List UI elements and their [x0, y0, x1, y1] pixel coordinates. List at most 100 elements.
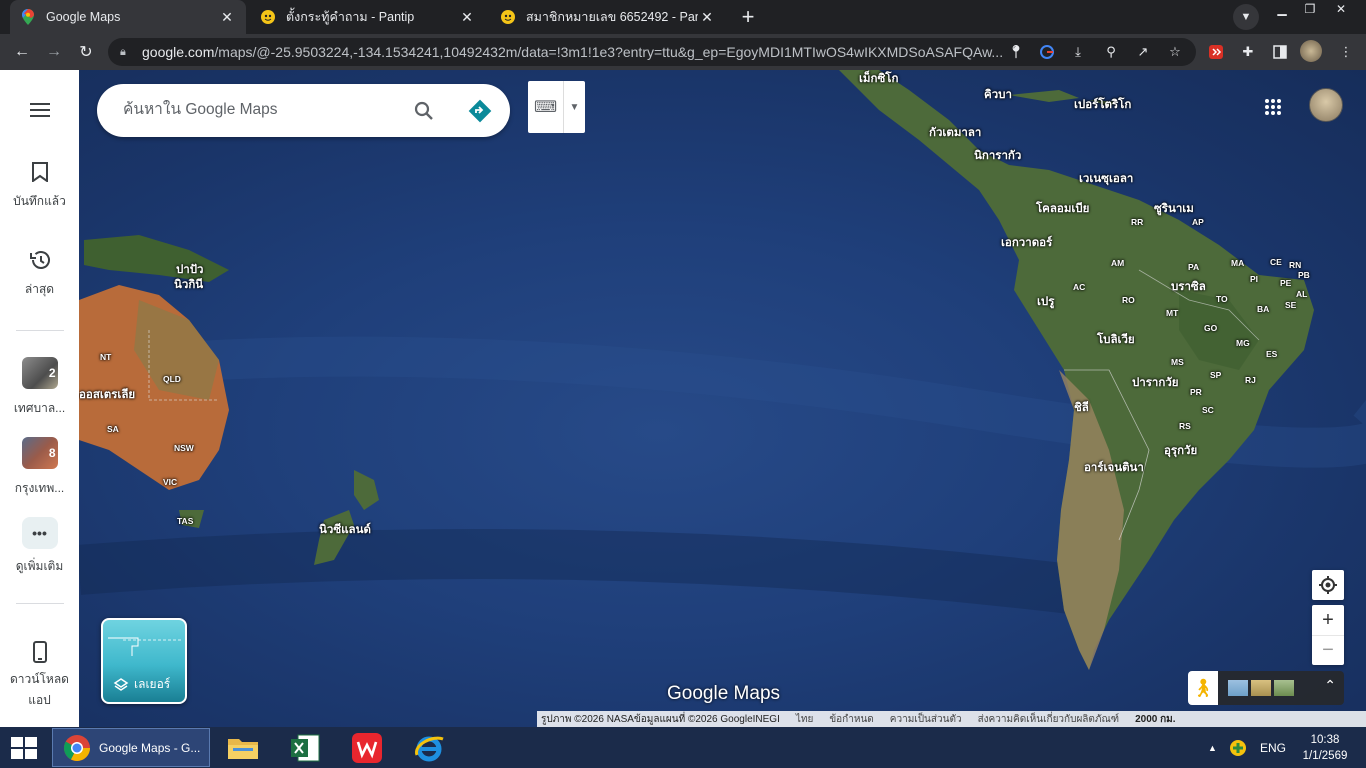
collection-count: 2	[48, 366, 56, 380]
hamburger-menu-icon	[28, 98, 52, 122]
bookmark-star-icon[interactable]: ☆	[1165, 42, 1185, 62]
chevron-down-icon[interactable]: ▼	[563, 81, 585, 133]
taskbar-wps[interactable]	[346, 728, 388, 767]
close-icon[interactable]: ✕	[698, 8, 716, 26]
google-maps-logo: Google Maps	[667, 683, 781, 704]
download-app-button[interactable]: ดาวน์โหลด แอป	[0, 640, 79, 710]
recent-button[interactable]: ล่าสุด	[0, 248, 79, 299]
windows-taskbar: Google Maps - G... ▲ ENG 10:38 1/1/2569	[0, 727, 1366, 768]
chevron-up-icon[interactable]: ⌃	[1324, 677, 1336, 694]
scale-label[interactable]: 2000 กม.	[1135, 712, 1175, 727]
layers-button[interactable]: เลเยอร์	[101, 618, 187, 704]
map-label: PA	[1188, 262, 1200, 272]
map-label: บราซิล	[1171, 281, 1206, 293]
account-avatar[interactable]	[1309, 88, 1343, 122]
taskbar-file-explorer[interactable]	[222, 728, 264, 767]
zoom-icon[interactable]: ⚲	[1101, 42, 1121, 62]
map-label: MT	[1166, 308, 1179, 318]
more-menu-icon[interactable]: ⋮	[1336, 42, 1356, 62]
new-tab-button[interactable]: +	[736, 4, 760, 29]
profile-avatar[interactable]	[1300, 40, 1322, 62]
imagery-thumbnail[interactable]	[1274, 680, 1294, 696]
reload-button[interactable]: ↻	[74, 40, 98, 64]
feedback-link[interactable]: ส่งความคิดเห็นเกี่ยวกับผลิตภัณฑ์	[978, 712, 1120, 727]
minimize-button[interactable]: ▁	[1268, 0, 1296, 18]
share-icon[interactable]: ↗	[1133, 42, 1153, 62]
wps-office-icon	[352, 732, 382, 763]
map-label: RN	[1289, 260, 1302, 270]
attribution-bar: รูปภาพ ©2026 NASAข้อมูลแผนที่ ©2026 Goog…	[537, 711, 1366, 727]
pantip-icon	[500, 9, 516, 25]
imagery-thumbnail[interactable]	[1251, 680, 1271, 696]
search-input[interactable]	[123, 98, 383, 122]
more-button[interactable]: ••• ดูเพิ่มเติม	[0, 517, 79, 576]
map-label: อุรุกวัย	[1164, 445, 1198, 457]
map-label: PI	[1250, 274, 1259, 284]
address-bar[interactable]: 🔒︎ google.com/maps/@-25.9503224,-134.153…	[108, 38, 1196, 66]
tab-title: Google Maps	[46, 10, 121, 24]
tab-pantip-question[interactable]: ตั้งกระทู้คำถาม - Pantip ✕	[250, 0, 486, 34]
keyboard-icon[interactable]: ⌨	[528, 81, 563, 133]
zoom-controls: + −	[1312, 605, 1344, 665]
map-canvas[interactable]: เม็กซิโก คิวบา เปอร์โตริโก กัวเตมาลา นิก…	[79, 70, 1366, 727]
tray-overflow-button[interactable]: ▲	[1208, 727, 1217, 768]
privacy-link[interactable]: ความเป็นส่วนตัว	[890, 712, 962, 727]
map-label: PR	[1190, 387, 1202, 397]
map-label: โบลิเวีย	[1097, 334, 1135, 346]
zoom-in-button[interactable]: +	[1312, 605, 1344, 635]
language-indicator[interactable]: ENG	[1260, 727, 1286, 768]
directions-button[interactable]	[467, 98, 493, 124]
map-label: AC	[1073, 282, 1086, 292]
street-view-pegman[interactable]: 🚶︎	[1188, 671, 1218, 705]
forward-button[interactable]: →	[42, 40, 66, 64]
tab-google-maps[interactable]: Google Maps ✕	[10, 0, 246, 34]
download-label: ดาวน์โหลด	[10, 672, 69, 686]
map-label: GO	[1204, 323, 1218, 333]
restore-button[interactable]: ❐	[1296, 0, 1324, 18]
google-maps-icon	[20, 9, 36, 25]
taskbar-chrome[interactable]: Google Maps - G...	[52, 728, 210, 767]
close-window-button[interactable]: ✕	[1326, 0, 1356, 18]
google-apps-button[interactable]	[1260, 94, 1286, 120]
collection-item[interactable]: 2 เทศบาล...	[0, 357, 79, 418]
imagery-attribution: รูปภาพ ©2026 NASAข้อมูลแผนที่ ©2026 Goog…	[541, 713, 780, 725]
extension-red-icon[interactable]	[1206, 42, 1226, 62]
extensions-puzzle-icon[interactable]: ✚	[1238, 42, 1258, 62]
map-label: SA	[107, 424, 119, 434]
imagery-strip[interactable]: ⌃	[1218, 671, 1344, 705]
tray-app-icon[interactable]	[1229, 727, 1247, 768]
imagery-thumbnail[interactable]	[1228, 680, 1248, 696]
system-clock[interactable]: 10:38 1/1/2569	[1298, 732, 1352, 764]
layers-preview	[108, 637, 183, 656]
install-icon[interactable]: ⤓	[1068, 42, 1088, 62]
saved-button[interactable]: บันทึกแล้ว	[0, 160, 79, 211]
map-label: NSW	[174, 443, 194, 453]
map-label: TAS	[177, 516, 194, 526]
collection-thumbnail: 8	[21, 437, 58, 469]
terms-link[interactable]: ข้อกำหนด	[829, 712, 873, 727]
start-button[interactable]	[0, 727, 48, 768]
map-label: QLD	[163, 374, 181, 384]
collection-thumbnail: 2	[21, 357, 58, 389]
taskbar-internet-explorer[interactable]	[408, 728, 450, 767]
tab-pantip-member[interactable]: สมาชิกหมายเลข 6652492 - Pantip ✕	[490, 0, 726, 34]
language-link[interactable]: ไทย	[796, 712, 813, 727]
map-label: TO	[1216, 294, 1228, 304]
collection-item[interactable]: 8 กรุงเทพ...	[0, 437, 79, 498]
side-panel-icon[interactable]	[1270, 42, 1290, 62]
map-label: AP	[1192, 217, 1204, 227]
menu-button[interactable]	[0, 98, 79, 122]
google-lens-icon[interactable]	[1037, 42, 1057, 62]
directions-icon	[468, 99, 492, 123]
taskbar-excel[interactable]	[284, 728, 326, 767]
close-icon[interactable]: ✕	[218, 8, 236, 26]
close-icon[interactable]: ✕	[458, 8, 476, 26]
back-button[interactable]: ←	[10, 40, 34, 64]
my-location-button[interactable]	[1312, 570, 1344, 600]
location-pin-icon[interactable]: 📍︎	[1006, 42, 1026, 62]
zoom-out-button[interactable]: −	[1312, 635, 1344, 665]
collection-label: กรุงเทพ...	[14, 481, 65, 495]
search-button[interactable]	[411, 98, 437, 124]
more-label: ดูเพิ่มเติม	[15, 559, 64, 573]
tab-search-button[interactable]: ▼	[1233, 4, 1259, 30]
